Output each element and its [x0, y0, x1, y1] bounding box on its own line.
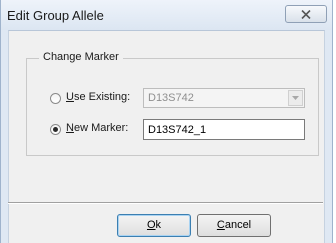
- chevron-down-icon: [292, 96, 299, 100]
- use-existing-radio[interactable]: [50, 93, 61, 104]
- cancel-label-rest: ancel: [224, 219, 252, 231]
- new-marker-mnemonic: N: [66, 122, 74, 134]
- window-title: Edit Group Allele: [7, 8, 104, 23]
- ok-mnemonic: O: [146, 219, 156, 231]
- group-legend: Change Marker: [39, 51, 123, 63]
- new-marker-value: D13S742_1: [148, 124, 207, 136]
- title-bar[interactable]: Edit Group Allele: [1, 0, 332, 30]
- ok-label-rest: k: [155, 219, 162, 231]
- close-button[interactable]: [285, 5, 327, 23]
- cancel-button[interactable]: Cancel: [197, 214, 271, 237]
- new-marker-label[interactable]: New Marker:: [66, 122, 128, 134]
- existing-marker-combo[interactable]: D13S742: [143, 88, 305, 108]
- new-marker-input[interactable]: D13S742_1: [143, 119, 305, 140]
- new-marker-radio[interactable]: [50, 124, 61, 135]
- ok-button[interactable]: Ok: [117, 214, 191, 237]
- combo-dropdown-button[interactable]: [288, 90, 303, 106]
- use-existing-label-text: se Existing:: [73, 91, 131, 103]
- close-icon: [301, 9, 311, 19]
- existing-marker-value: D13S742: [148, 92, 194, 104]
- use-existing-mnemonic: U: [66, 91, 74, 103]
- new-marker-label-text: ew Marker:: [73, 122, 129, 134]
- use-existing-label[interactable]: Use Existing:: [66, 91, 130, 103]
- button-separator: [8, 202, 323, 204]
- cancel-mnemonic: C: [216, 219, 225, 231]
